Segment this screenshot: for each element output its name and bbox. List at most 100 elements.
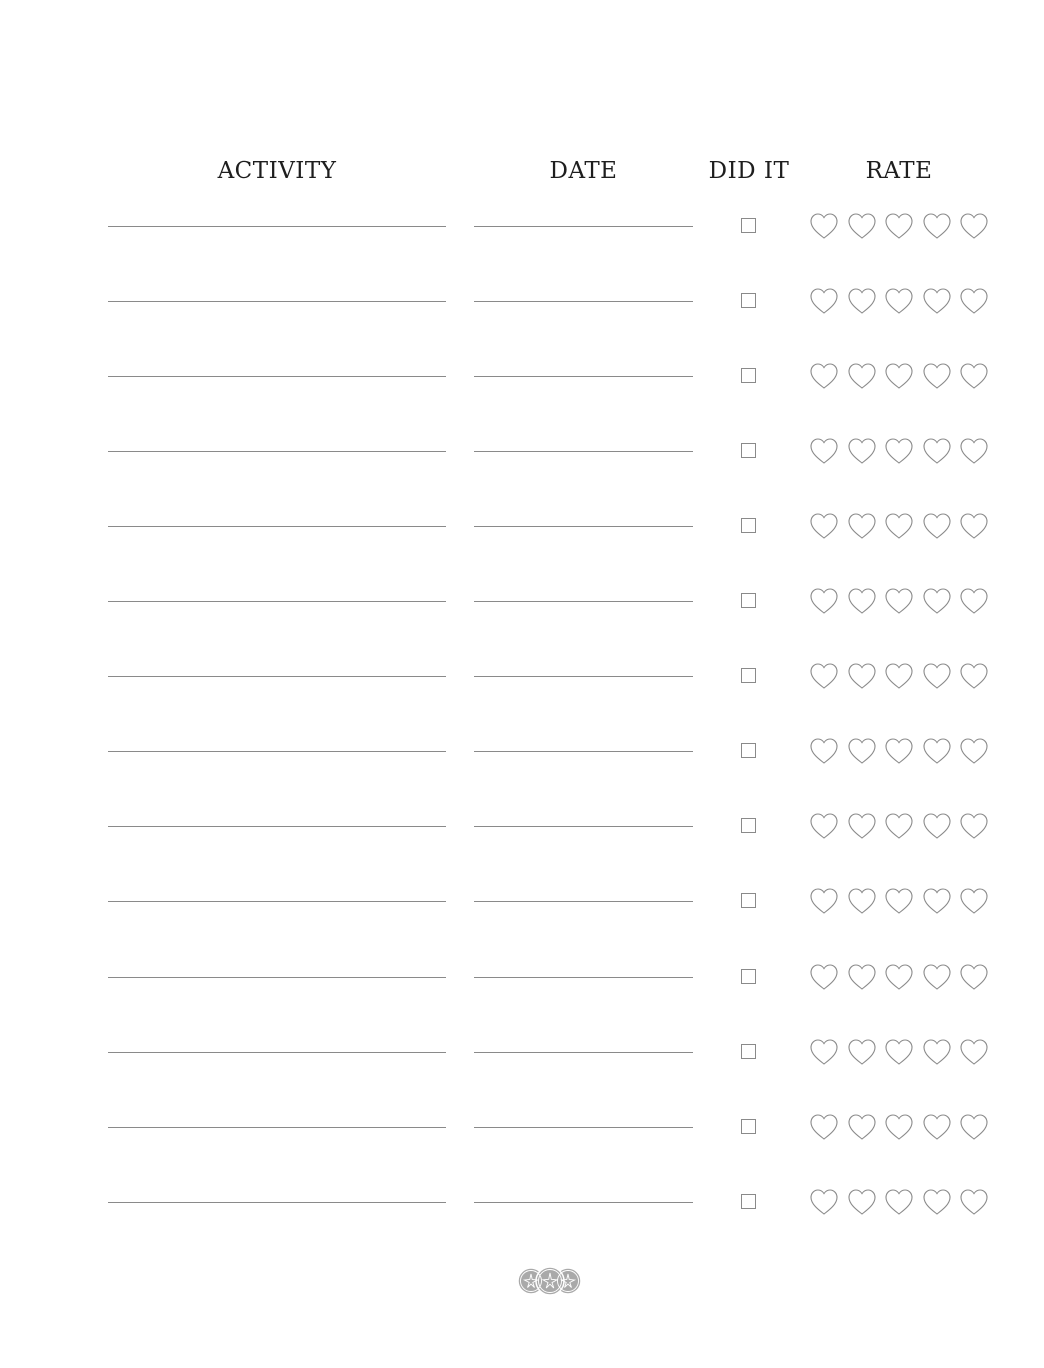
heart-icon[interactable] [884, 812, 914, 840]
heart-icon[interactable] [922, 1188, 952, 1216]
activity-write-line[interactable] [108, 676, 446, 677]
did-it-checkbox[interactable] [741, 368, 756, 383]
heart-icon[interactable] [959, 437, 989, 465]
date-write-line[interactable] [474, 1202, 693, 1203]
heart-icon[interactable] [809, 1038, 839, 1066]
heart-icon[interactable] [922, 1113, 952, 1141]
date-write-line[interactable] [474, 751, 693, 752]
heart-icon[interactable] [847, 1038, 877, 1066]
heart-icon[interactable] [884, 1038, 914, 1066]
activity-write-line[interactable] [108, 226, 446, 227]
heart-icon[interactable] [959, 887, 989, 915]
activity-write-line[interactable] [108, 526, 446, 527]
did-it-checkbox[interactable] [741, 293, 756, 308]
heart-icon[interactable] [809, 662, 839, 690]
date-write-line[interactable] [474, 901, 693, 902]
heart-icon[interactable] [809, 1188, 839, 1216]
heart-icon[interactable] [959, 1188, 989, 1216]
activity-write-line[interactable] [108, 751, 446, 752]
heart-icon[interactable] [847, 212, 877, 240]
did-it-checkbox[interactable] [741, 1044, 756, 1059]
date-write-line[interactable] [474, 526, 693, 527]
heart-icon[interactable] [847, 1113, 877, 1141]
heart-icon[interactable] [959, 512, 989, 540]
date-write-line[interactable] [474, 1127, 693, 1128]
heart-icon[interactable] [922, 287, 952, 315]
date-write-line[interactable] [474, 301, 693, 302]
heart-icon[interactable] [922, 812, 952, 840]
heart-icon[interactable] [884, 1188, 914, 1216]
heart-icon[interactable] [922, 662, 952, 690]
heart-icon[interactable] [884, 737, 914, 765]
heart-icon[interactable] [959, 963, 989, 991]
heart-icon[interactable] [809, 963, 839, 991]
did-it-checkbox[interactable] [741, 1194, 756, 1209]
did-it-checkbox[interactable] [741, 893, 756, 908]
heart-icon[interactable] [884, 287, 914, 315]
heart-icon[interactable] [847, 662, 877, 690]
activity-write-line[interactable] [108, 1127, 446, 1128]
heart-icon[interactable] [884, 963, 914, 991]
did-it-checkbox[interactable] [741, 818, 756, 833]
heart-icon[interactable] [847, 437, 877, 465]
date-write-line[interactable] [474, 376, 693, 377]
heart-icon[interactable] [884, 587, 914, 615]
heart-icon[interactable] [847, 512, 877, 540]
heart-icon[interactable] [922, 963, 952, 991]
heart-icon[interactable] [809, 587, 839, 615]
date-write-line[interactable] [474, 826, 693, 827]
activity-write-line[interactable] [108, 376, 446, 377]
heart-icon[interactable] [959, 737, 989, 765]
heart-icon[interactable] [847, 287, 877, 315]
heart-icon[interactable] [847, 812, 877, 840]
heart-icon[interactable] [884, 437, 914, 465]
heart-icon[interactable] [922, 362, 952, 390]
heart-icon[interactable] [922, 887, 952, 915]
heart-icon[interactable] [922, 437, 952, 465]
heart-icon[interactable] [884, 887, 914, 915]
heart-icon[interactable] [847, 737, 877, 765]
activity-write-line[interactable] [108, 301, 446, 302]
heart-icon[interactable] [847, 587, 877, 615]
heart-icon[interactable] [959, 662, 989, 690]
heart-icon[interactable] [847, 362, 877, 390]
heart-icon[interactable] [847, 963, 877, 991]
activity-write-line[interactable] [108, 1202, 446, 1203]
date-write-line[interactable] [474, 977, 693, 978]
did-it-checkbox[interactable] [741, 668, 756, 683]
heart-icon[interactable] [809, 887, 839, 915]
heart-icon[interactable] [809, 362, 839, 390]
did-it-checkbox[interactable] [741, 1119, 756, 1134]
heart-icon[interactable] [959, 587, 989, 615]
heart-icon[interactable] [884, 662, 914, 690]
heart-icon[interactable] [959, 1113, 989, 1141]
activity-write-line[interactable] [108, 901, 446, 902]
date-write-line[interactable] [474, 226, 693, 227]
heart-icon[interactable] [847, 1188, 877, 1216]
date-write-line[interactable] [474, 676, 693, 677]
heart-icon[interactable] [809, 812, 839, 840]
date-write-line[interactable] [474, 451, 693, 452]
heart-icon[interactable] [959, 362, 989, 390]
heart-icon[interactable] [809, 512, 839, 540]
heart-icon[interactable] [922, 1038, 952, 1066]
activity-write-line[interactable] [108, 826, 446, 827]
did-it-checkbox[interactable] [741, 443, 756, 458]
heart-icon[interactable] [922, 212, 952, 240]
heart-icon[interactable] [959, 212, 989, 240]
heart-icon[interactable] [847, 887, 877, 915]
heart-icon[interactable] [809, 737, 839, 765]
heart-icon[interactable] [922, 587, 952, 615]
activity-write-line[interactable] [108, 451, 446, 452]
date-write-line[interactable] [474, 601, 693, 602]
heart-icon[interactable] [884, 512, 914, 540]
activity-write-line[interactable] [108, 1052, 446, 1053]
did-it-checkbox[interactable] [741, 743, 756, 758]
activity-write-line[interactable] [108, 601, 446, 602]
heart-icon[interactable] [922, 512, 952, 540]
did-it-checkbox[interactable] [741, 218, 756, 233]
did-it-checkbox[interactable] [741, 969, 756, 984]
heart-icon[interactable] [809, 1113, 839, 1141]
date-write-line[interactable] [474, 1052, 693, 1053]
heart-icon[interactable] [809, 437, 839, 465]
